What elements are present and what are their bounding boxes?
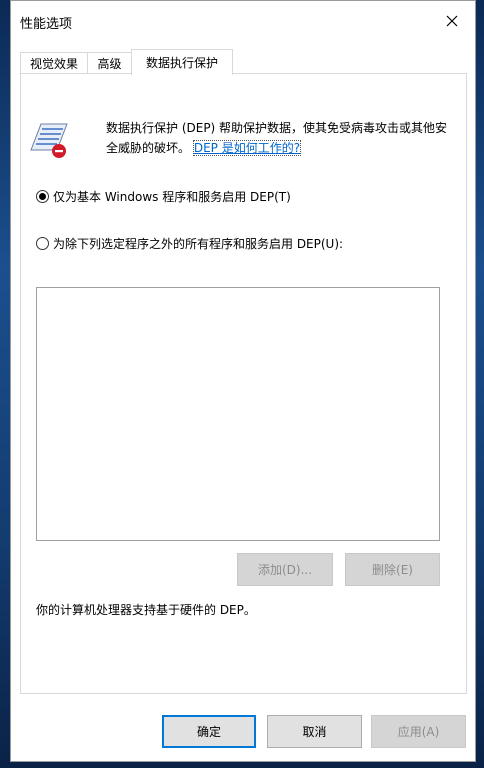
tab-data-execution-prevention[interactable]: 数据执行保护 — [131, 49, 233, 75]
radio-button-checked[interactable] — [36, 190, 49, 203]
dep-description: 数据执行保护 (DEP) 帮助保护数据，使其免受病毒攻击或其他安全威胁的破坏。 … — [106, 118, 454, 158]
apply-button[interactable]: 应用(A) — [371, 715, 466, 748]
dep-shield-icon — [30, 123, 68, 158]
ok-button[interactable]: 确定 — [162, 715, 256, 748]
button-label: 应用(A) — [397, 725, 440, 739]
remove-button[interactable]: 删除(E) — [345, 553, 440, 586]
button-label: 确定 — [196, 725, 221, 739]
excluded-programs-list[interactable] — [36, 287, 440, 541]
radio-all-except[interactable]: 为除下列选定程序之外的所有程序和服务启用 DEP(U): — [36, 235, 343, 252]
tab-label: 数据执行保护 — [145, 56, 218, 70]
dep-help-link[interactable]: DEP 是如何工作的? — [192, 140, 302, 156]
tab-label: 视觉效果 — [29, 57, 78, 71]
tab-advanced[interactable]: 高级 — [87, 52, 132, 74]
radio-essential-only[interactable]: 仅为基本 Windows 程序和服务启用 DEP(T) — [36, 188, 291, 205]
radio-button-unchecked[interactable] — [36, 237, 49, 250]
button-label: 取消 — [302, 725, 327, 739]
tab-strip: 视觉效果 高级 数据执行保护 — [20, 49, 467, 75]
window-title: 性能选项 — [20, 17, 73, 32]
tab-visual-effects[interactable]: 视觉效果 — [20, 52, 88, 74]
close-icon — [446, 15, 458, 27]
button-label: 删除(E) — [372, 563, 413, 577]
close-button[interactable] — [429, 1, 475, 41]
tab-label: 高级 — [97, 57, 122, 71]
button-label: 添加(D)... — [257, 563, 313, 577]
add-button[interactable]: 添加(D)... — [237, 553, 333, 586]
cancel-button[interactable]: 取消 — [267, 715, 362, 748]
radio-label: 为除下列选定程序之外的所有程序和服务启用 DEP(U): — [53, 237, 344, 251]
title-bar[interactable]: 性能选项 — [11, 1, 475, 41]
radio-label: 仅为基本 Windows 程序和服务启用 DEP(T) — [53, 190, 291, 204]
hardware-dep-status: 你的计算机处理器支持基于硬件的 DEP。 — [36, 603, 256, 617]
